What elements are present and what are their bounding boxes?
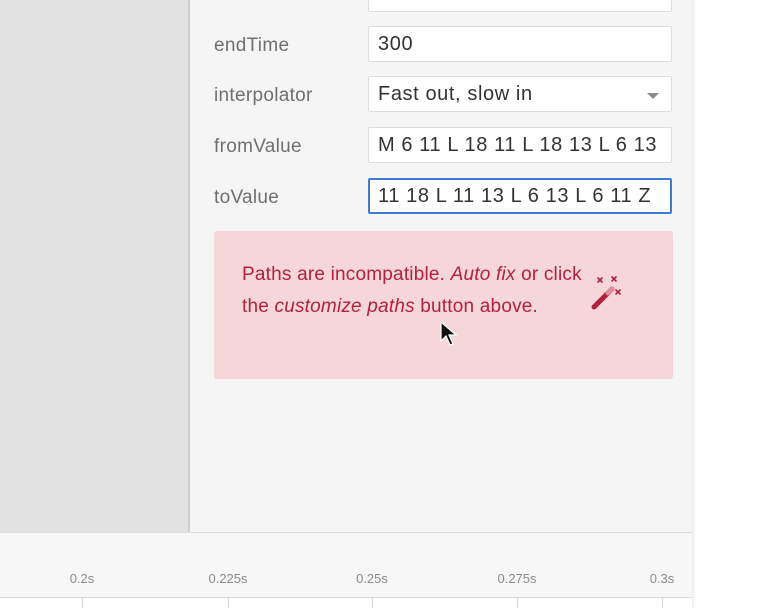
timeline-tick-mark <box>372 598 373 608</box>
tovalue-input[interactable]: 11 18 L 11 13 L 6 13 L 6 11 Z <box>368 178 672 214</box>
prop-row-interpolator: interpolator Fast out, slow in <box>190 76 692 116</box>
error-prefix: Paths are incompatible. <box>242 264 451 285</box>
fromvalue-label: fromValue <box>214 136 302 157</box>
magic-wand-icon <box>591 276 621 310</box>
timeline-tick-mark <box>228 598 229 608</box>
path-error-box: Paths are incompatible. Auto fix or clic… <box>214 231 673 379</box>
error-suffix: button above. <box>414 296 539 317</box>
timeline-tick-label: 0.2s <box>69 571 95 586</box>
prop-row-endtime: endTime 300 <box>190 26 692 66</box>
timeline-tick-label: 0.25s <box>356 571 388 586</box>
timeline-tick-mark <box>82 598 83 608</box>
fromvalue-input[interactable]: M 6 11 L 18 11 L 18 13 L 6 13 <box>368 127 672 163</box>
interpolator-label: interpolator <box>214 85 313 106</box>
mouse-cursor-icon <box>440 321 458 346</box>
customize-paths-text: customize paths <box>274 296 415 317</box>
properties-panel: endTime 300 interpolator Fast out, slow … <box>190 0 692 532</box>
timeline-tick-mark <box>517 598 518 608</box>
interpolator-value: Fast out, slow in <box>378 83 533 105</box>
auto-fix-link[interactable]: Auto fix <box>451 264 516 285</box>
timeline-tick-label: 0.3s <box>649 571 675 586</box>
timeline-track[interactable] <box>0 597 692 608</box>
prop-row-fromvalue: fromValue M 6 11 L 18 11 L 18 13 L 6 13 <box>190 127 692 167</box>
timeline-tick-mark <box>662 598 663 608</box>
endtime-input[interactable]: 300 <box>368 26 672 62</box>
panel-shadow <box>692 0 696 608</box>
prop-row-tovalue: toValue 11 18 L 11 13 L 6 13 L 6 11 Z <box>190 178 692 218</box>
interpolator-select[interactable]: Fast out, slow in <box>368 76 672 112</box>
right-gutter <box>692 0 780 608</box>
timeline-tick-label: 0.225s <box>208 571 248 586</box>
timeline-ruler[interactable]: 0.2s 0.225s 0.25s 0.275s 0.3s <box>0 532 692 608</box>
starttime-input[interactable] <box>368 0 672 12</box>
error-message: Paths are incompatible. Auto fix or clic… <box>242 259 582 323</box>
chevron-down-icon <box>647 93 659 99</box>
canvas-area[interactable] <box>0 0 188 532</box>
endtime-label: endTime <box>214 35 290 56</box>
timeline-tick-label: 0.275s <box>497 571 537 586</box>
autofix-button[interactable] <box>584 269 634 319</box>
animation-editor: endTime 300 interpolator Fast out, slow … <box>0 0 780 608</box>
prop-row-starttime <box>190 0 692 16</box>
tovalue-label: toValue <box>214 187 280 208</box>
